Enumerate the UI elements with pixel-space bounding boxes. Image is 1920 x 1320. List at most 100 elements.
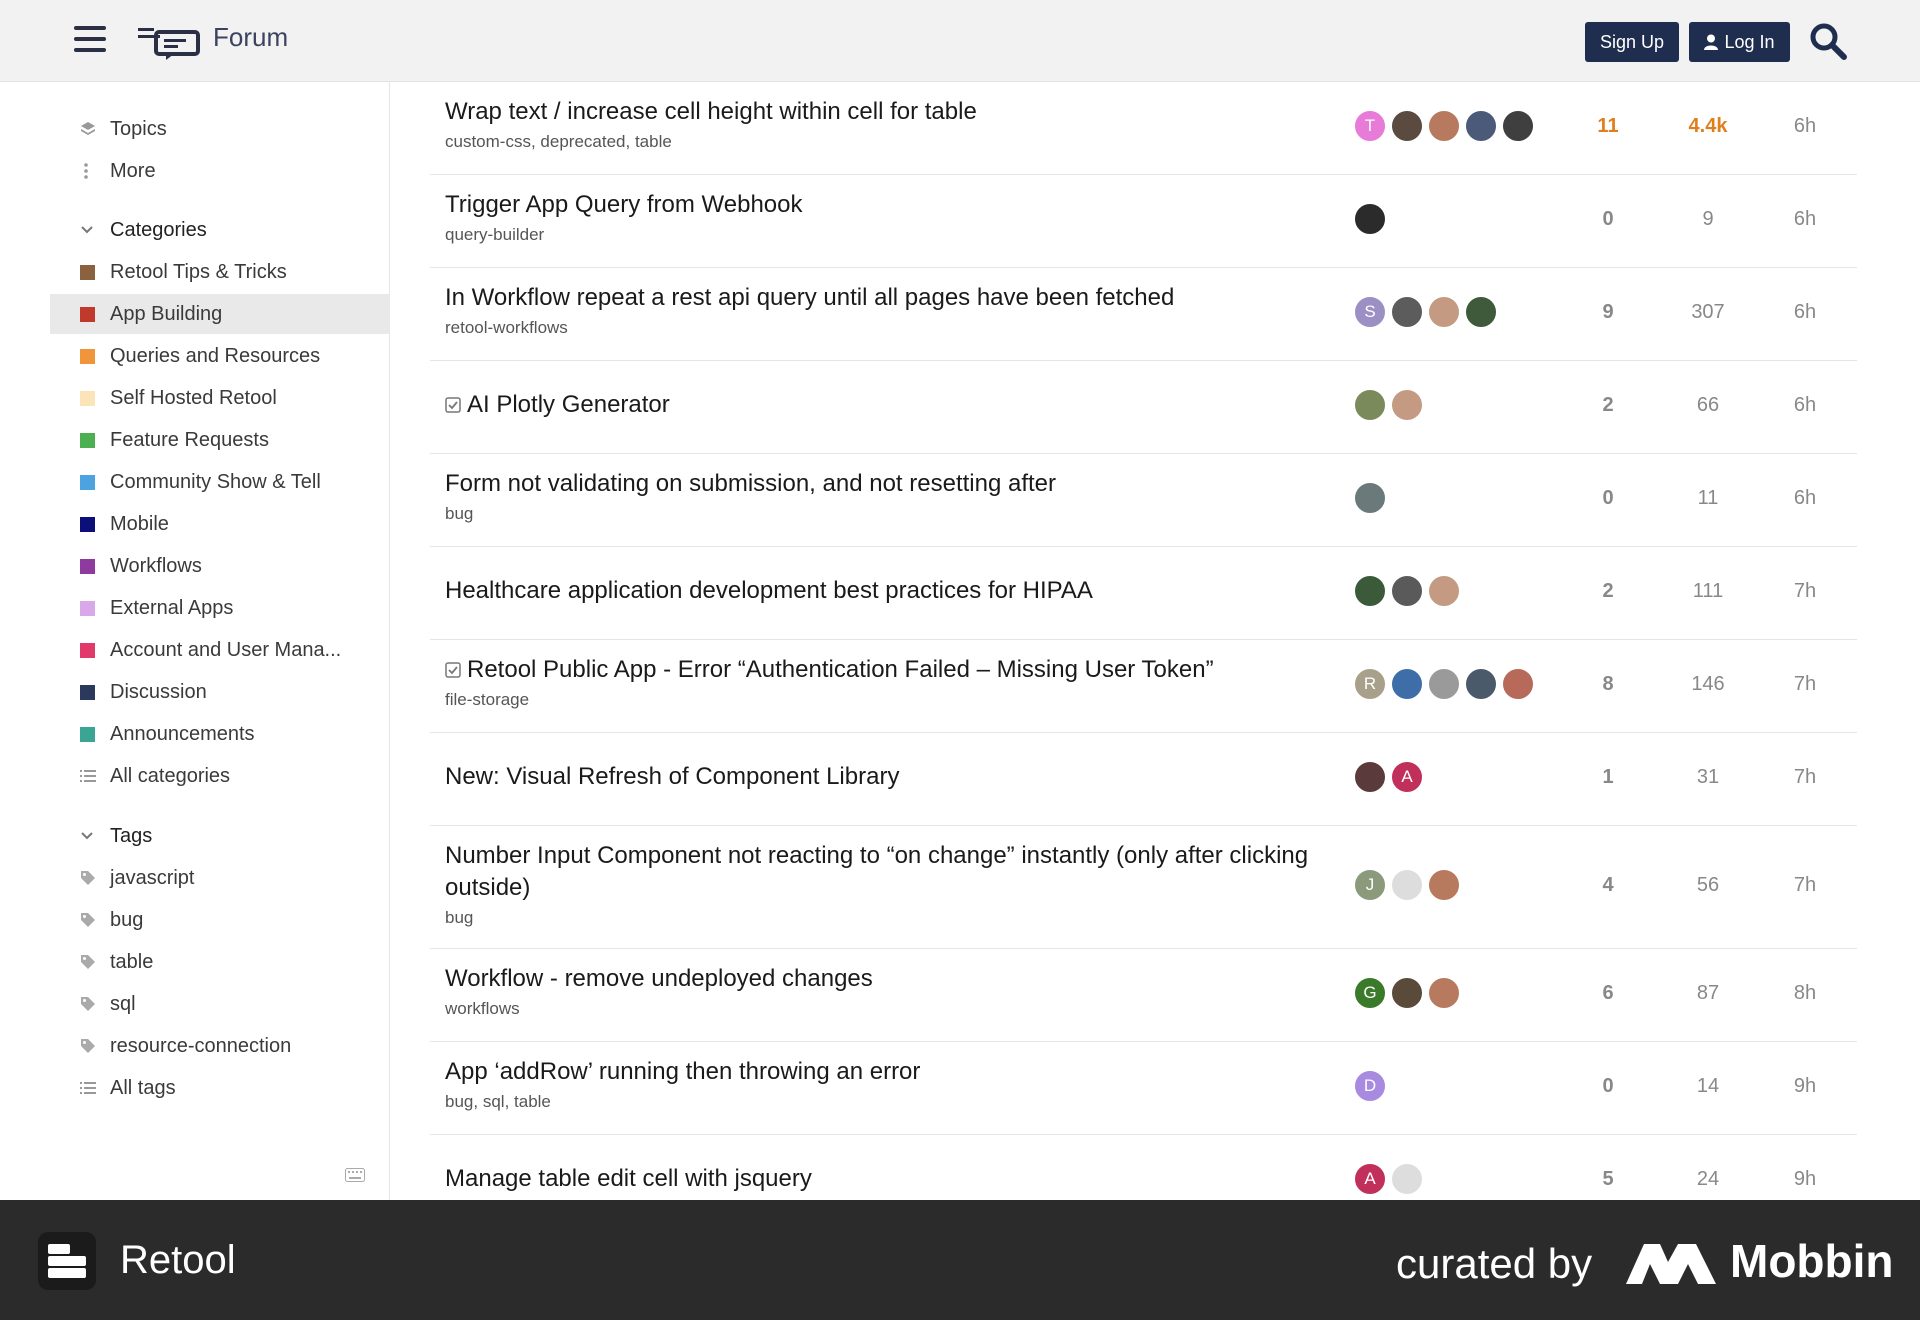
topic-tag-link[interactable]: file-storage	[445, 690, 529, 709]
hamburger-menu-icon[interactable]	[74, 26, 106, 54]
avatar[interactable]	[1502, 668, 1534, 700]
topic-title-link[interactable]: In Workflow repeat a rest api query unti…	[445, 282, 1345, 314]
categories-section-toggle[interactable]: Categories	[50, 210, 390, 250]
avatar[interactable]: S	[1354, 296, 1386, 328]
topic-tag-link[interactable]: retool-workflows	[445, 318, 568, 337]
topic-row[interactable]: Retool Public App - Error “Authenticatio…	[430, 640, 1857, 733]
topic-title-link[interactable]: Number Input Component not reacting to “…	[445, 840, 1345, 904]
login-button[interactable]: Log In	[1689, 22, 1790, 62]
topic-title-link[interactable]: Healthcare application development best …	[445, 575, 1345, 607]
avatar[interactable]	[1391, 575, 1423, 607]
topic-title-link[interactable]: Workflow - remove undeployed changes	[445, 963, 1345, 995]
sidebar-category-item[interactable]: Feature Requests	[50, 420, 390, 460]
sidebar-item-all-tags[interactable]: All tags	[50, 1068, 390, 1108]
topic-tag-link[interactable]: sql	[483, 1092, 505, 1111]
topic-tag-link[interactable]: deprecated	[540, 132, 625, 151]
sidebar-item-all-categories[interactable]: All categories	[50, 756, 390, 796]
forum-logo-icon[interactable]	[138, 24, 202, 60]
sidebar-category-item[interactable]: External Apps	[50, 588, 390, 628]
activity-time[interactable]: 7h	[1765, 874, 1845, 897]
reply-count[interactable]: 11	[1568, 115, 1648, 138]
topic-title-link[interactable]: Retool Public App - Error “Authenticatio…	[445, 654, 1345, 686]
reply-count[interactable]: 5	[1568, 1168, 1648, 1191]
avatar[interactable]	[1465, 110, 1497, 142]
avatar[interactable]	[1465, 296, 1497, 328]
avatar[interactable]	[1428, 110, 1460, 142]
avatar[interactable]: G	[1354, 977, 1386, 1009]
sidebar-tag-item[interactable]: table	[50, 942, 390, 982]
topic-row[interactable]: Trigger App Query from Webhook query-buil…	[430, 175, 1857, 268]
avatar[interactable]	[1391, 668, 1423, 700]
sidebar-tag-item[interactable]: javascript	[50, 858, 390, 898]
topic-tag-link[interactable]: bug	[445, 908, 473, 927]
activity-time[interactable]: 7h	[1765, 766, 1845, 789]
topic-row[interactable]: Number Input Component not reacting to “…	[430, 826, 1857, 949]
sidebar-category-item[interactable]: App Building	[50, 294, 390, 334]
topic-title-link[interactable]: New: Visual Refresh of Component Library	[445, 761, 1345, 793]
avatar[interactable]	[1502, 110, 1534, 142]
topic-row[interactable]: AI Plotly Generator 2 66 6h	[430, 361, 1857, 454]
avatar[interactable]: R	[1354, 668, 1386, 700]
activity-time[interactable]: 6h	[1765, 208, 1845, 231]
signup-button[interactable]: Sign Up	[1585, 22, 1679, 62]
reply-count[interactable]: 1	[1568, 766, 1648, 789]
avatar[interactable]: T	[1354, 110, 1386, 142]
avatar[interactable]	[1428, 869, 1460, 901]
sidebar-category-item[interactable]: Workflows	[50, 546, 390, 586]
avatar[interactable]	[1354, 203, 1386, 235]
sidebar-category-item[interactable]: Self Hosted Retool	[50, 378, 390, 418]
topic-title-link[interactable]: Manage table edit cell with jsquery	[445, 1163, 1345, 1195]
avatar[interactable]	[1354, 389, 1386, 421]
topic-title-link[interactable]: Trigger App Query from Webhook	[445, 189, 1345, 221]
sidebar-category-item[interactable]: Announcements	[50, 714, 390, 754]
reply-count[interactable]: 2	[1568, 394, 1648, 417]
sidebar-tag-item[interactable]: bug	[50, 900, 390, 940]
activity-time[interactable]: 6h	[1765, 115, 1845, 138]
topic-row[interactable]: Healthcare application development best …	[430, 547, 1857, 640]
avatar[interactable]	[1428, 668, 1460, 700]
topic-row[interactable]: In Workflow repeat a rest api query unti…	[430, 268, 1857, 361]
reply-count[interactable]: 0	[1568, 487, 1648, 510]
avatar[interactable]	[1354, 482, 1386, 514]
avatar[interactable]	[1391, 110, 1423, 142]
reply-count[interactable]: 2	[1568, 580, 1648, 603]
topic-row[interactable]: Form not validating on submission, and n…	[430, 454, 1857, 547]
topic-row[interactable]: Workflow - remove undeployed changes work…	[430, 949, 1857, 1042]
topic-row[interactable]: New: Visual Refresh of Component Library…	[430, 733, 1857, 826]
topic-row[interactable]: Manage table edit cell with jsquery A 5 24 9…	[430, 1135, 1857, 1200]
activity-time[interactable]: 8h	[1765, 982, 1845, 1005]
avatar[interactable]	[1391, 389, 1423, 421]
sidebar-item-more[interactable]: More	[50, 151, 390, 191]
search-icon[interactable]	[1809, 22, 1847, 60]
sidebar-category-item[interactable]: Queries and Resources	[50, 336, 390, 376]
reply-count[interactable]: 6	[1568, 982, 1648, 1005]
reply-count[interactable]: 8	[1568, 673, 1648, 696]
topic-row[interactable]: Wrap text / increase cell height within …	[430, 82, 1857, 175]
avatar[interactable]	[1428, 575, 1460, 607]
sidebar-category-item[interactable]: Mobile	[50, 504, 390, 544]
sidebar-category-item[interactable]: Discussion	[50, 672, 390, 712]
topic-tag-link[interactable]: table	[514, 1092, 551, 1111]
sidebar-item-topics[interactable]: Topics	[50, 109, 390, 149]
avatar[interactable]	[1354, 575, 1386, 607]
avatar[interactable]: A	[1354, 1163, 1386, 1195]
sidebar-category-item[interactable]: Account and User Mana...	[50, 630, 390, 670]
avatar[interactable]	[1354, 761, 1386, 793]
tags-section-toggle[interactable]: Tags	[50, 816, 390, 856]
topic-tag-link[interactable]: query-builder	[445, 225, 544, 244]
avatar[interactable]	[1465, 668, 1497, 700]
activity-time[interactable]: 9h	[1765, 1168, 1845, 1191]
avatar[interactable]	[1428, 296, 1460, 328]
sidebar-tag-item[interactable]: sql	[50, 984, 390, 1024]
keyboard-icon[interactable]	[345, 1168, 365, 1182]
reply-count[interactable]: 9	[1568, 301, 1648, 324]
sidebar-category-item[interactable]: Community Show & Tell	[50, 462, 390, 502]
avatar[interactable]	[1428, 977, 1460, 1009]
sidebar-tag-item[interactable]: resource-connection	[50, 1026, 390, 1066]
avatar[interactable]: J	[1354, 869, 1386, 901]
topic-tag-link[interactable]: workflows	[445, 999, 520, 1018]
avatar[interactable]	[1391, 977, 1423, 1009]
avatar[interactable]	[1391, 296, 1423, 328]
activity-time[interactable]: 6h	[1765, 487, 1845, 510]
reply-count[interactable]: 0	[1568, 1075, 1648, 1098]
